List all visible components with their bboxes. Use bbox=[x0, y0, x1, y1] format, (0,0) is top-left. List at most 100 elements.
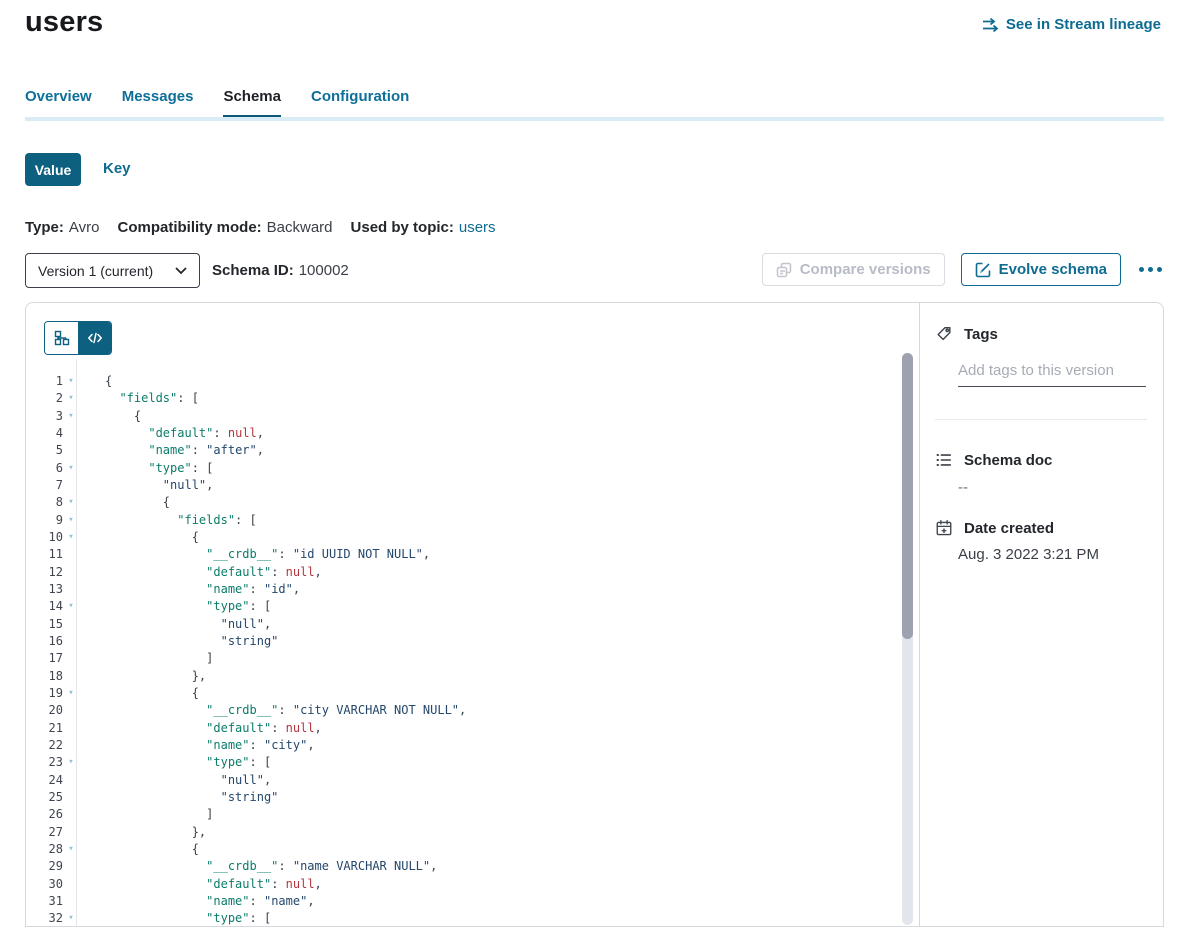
more-options-button[interactable] bbox=[1137, 261, 1164, 278]
line-number: 11 bbox=[26, 546, 63, 563]
code-text: { bbox=[76, 529, 199, 546]
line-number: 30 bbox=[26, 876, 63, 893]
code-view-button[interactable] bbox=[78, 322, 111, 354]
version-select-value: Version 1 (current) bbox=[38, 263, 153, 279]
line-number: 22 bbox=[26, 737, 63, 754]
code-text: ] bbox=[76, 650, 213, 667]
compare-versions-button[interactable]: Compare versions bbox=[762, 253, 945, 286]
line-number: 6 bbox=[26, 460, 63, 477]
code-line: 11 "__crdb__": "id UUID NOT NULL", bbox=[26, 546, 876, 563]
fold-spacer bbox=[63, 425, 76, 442]
line-number: 21 bbox=[26, 720, 63, 737]
tab-configuration[interactable]: Configuration bbox=[311, 88, 409, 106]
tags-input[interactable]: Add tags to this version bbox=[958, 355, 1146, 387]
fold-arrow-icon[interactable]: ▾ bbox=[63, 841, 76, 858]
code-text: "string" bbox=[76, 789, 278, 806]
code-line: 2▾ "fields": [ bbox=[26, 390, 876, 407]
line-number: 24 bbox=[26, 772, 63, 789]
fold-arrow-icon[interactable]: ▾ bbox=[63, 512, 76, 529]
code-text: "__crdb__": "id UUID NOT NULL", bbox=[76, 546, 430, 563]
date-created-title: Date created bbox=[964, 520, 1054, 537]
tab-overview[interactable]: Overview bbox=[25, 88, 92, 106]
code-text: { bbox=[76, 685, 199, 702]
tags-title: Tags bbox=[964, 326, 998, 343]
value-toggle-button[interactable]: Value bbox=[25, 153, 81, 186]
code-line: 20 "__crdb__": "city VARCHAR NOT NULL", bbox=[26, 702, 876, 719]
list-icon bbox=[935, 451, 953, 469]
fold-spacer bbox=[63, 442, 76, 459]
tab-messages[interactable]: Messages bbox=[122, 88, 194, 106]
code-text: "type": [ bbox=[76, 754, 271, 771]
schema-doc-section-header: Schema doc bbox=[935, 451, 1052, 469]
code-text: { bbox=[76, 841, 199, 858]
fold-spacer bbox=[63, 789, 76, 806]
code-text: "name": "name", bbox=[76, 893, 315, 910]
code-line: 3▾ { bbox=[26, 408, 876, 425]
code-text: "fields": [ bbox=[76, 512, 257, 529]
code-line: 31 "name": "name", bbox=[26, 893, 876, 910]
schema-id-value: 100002 bbox=[299, 262, 349, 279]
line-number: 4 bbox=[26, 425, 63, 442]
code-text: }, bbox=[76, 824, 206, 841]
editor-scrollbar-track[interactable] bbox=[902, 353, 913, 925]
code-line: 29 "__crdb__": "name VARCHAR NULL", bbox=[26, 858, 876, 875]
fold-arrow-icon[interactable]: ▾ bbox=[63, 460, 76, 477]
fold-arrow-icon[interactable]: ▾ bbox=[63, 529, 76, 546]
meta-used-by-topic: Used by topic: users bbox=[351, 219, 496, 236]
code-line: 16 "string" bbox=[26, 633, 876, 650]
topic-users-link[interactable]: users bbox=[459, 219, 496, 236]
fold-spacer bbox=[63, 702, 76, 719]
code-line: 19▾ { bbox=[26, 685, 876, 702]
code-text: "type": [ bbox=[76, 598, 271, 615]
fold-spacer bbox=[63, 720, 76, 737]
code-line: 23▾ "type": [ bbox=[26, 754, 876, 771]
fold-arrow-icon[interactable]: ▾ bbox=[63, 754, 76, 771]
code-line: 18 }, bbox=[26, 668, 876, 685]
editor-view-toggle bbox=[44, 321, 112, 355]
line-number: 12 bbox=[26, 564, 63, 581]
code-text: "name": "id", bbox=[76, 581, 300, 598]
code-line: 5 "name": "after", bbox=[26, 442, 876, 459]
code-text: ] bbox=[76, 806, 213, 823]
line-number: 16 bbox=[26, 633, 63, 650]
line-number: 19 bbox=[26, 685, 63, 702]
fold-arrow-icon[interactable]: ▾ bbox=[63, 390, 76, 407]
line-number: 25 bbox=[26, 789, 63, 806]
meta-type-value: Avro bbox=[69, 219, 100, 236]
line-number: 29 bbox=[26, 858, 63, 875]
code-line: 1▾{ bbox=[26, 373, 876, 390]
code-line: 27 }, bbox=[26, 824, 876, 841]
fold-arrow-icon[interactable]: ▾ bbox=[63, 910, 76, 927]
evolve-schema-label: Evolve schema bbox=[999, 261, 1107, 278]
line-number: 28 bbox=[26, 841, 63, 858]
fold-spacer bbox=[63, 668, 76, 685]
editor-scrollbar-thumb[interactable] bbox=[902, 353, 913, 639]
tab-schema[interactable]: Schema bbox=[223, 88, 281, 106]
schema-meta-row: Type: Avro Compatibility mode: Backward … bbox=[25, 219, 496, 236]
schema-editor: 1▾{2▾ "fields": [3▾ {4 "default": null,5… bbox=[26, 303, 920, 926]
fold-spacer bbox=[63, 650, 76, 667]
fold-spacer bbox=[63, 477, 76, 494]
line-number: 17 bbox=[26, 650, 63, 667]
version-select[interactable]: Version 1 (current) bbox=[25, 253, 200, 288]
line-number: 3 bbox=[26, 408, 63, 425]
code-line: 24 "null", bbox=[26, 772, 876, 789]
fold-arrow-icon[interactable]: ▾ bbox=[63, 598, 76, 615]
code-text: { bbox=[76, 408, 141, 425]
tag-icon bbox=[935, 325, 953, 343]
code-text: "__crdb__": "name VARCHAR NULL", bbox=[76, 858, 437, 875]
evolve-schema-button[interactable]: Evolve schema bbox=[961, 253, 1121, 286]
fold-arrow-icon[interactable]: ▾ bbox=[63, 408, 76, 425]
fold-arrow-icon[interactable]: ▾ bbox=[63, 685, 76, 702]
fold-arrow-icon[interactable]: ▾ bbox=[63, 494, 76, 511]
stream-lineage-link[interactable]: See in Stream lineage bbox=[981, 16, 1161, 33]
tree-view-button[interactable] bbox=[45, 322, 78, 354]
code-text: "fields": [ bbox=[76, 390, 199, 407]
code-line: 14▾ "type": [ bbox=[26, 598, 876, 615]
key-toggle-button[interactable]: Key bbox=[103, 160, 131, 177]
meta-compat-value: Backward bbox=[267, 219, 333, 236]
fold-arrow-icon[interactable]: ▾ bbox=[63, 373, 76, 390]
schema-doc-value: -- bbox=[958, 479, 968, 496]
schema-doc-title: Schema doc bbox=[964, 452, 1052, 469]
line-number: 18 bbox=[26, 668, 63, 685]
